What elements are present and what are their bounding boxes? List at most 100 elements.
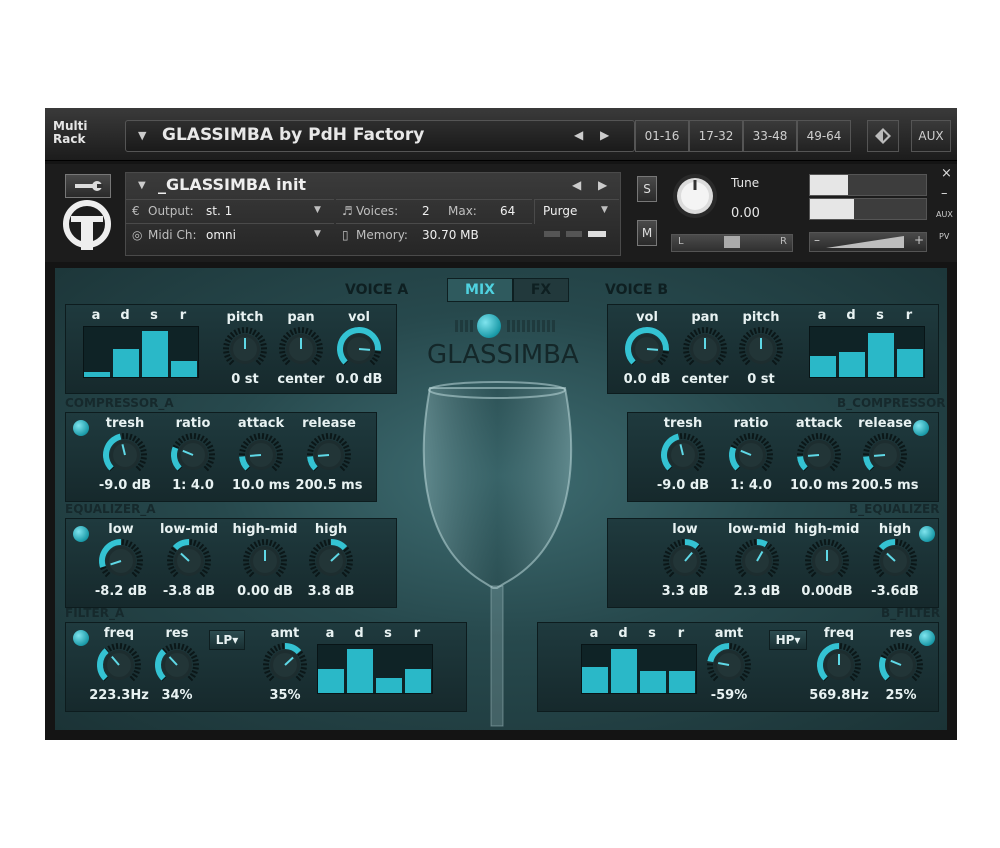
volume-minus[interactable]: – xyxy=(814,233,820,247)
compressor-a-ratio-value: 1: 4.0 xyxy=(172,478,214,493)
voice-b-vol-knob[interactable] xyxy=(624,326,670,372)
envelope-bar[interactable] xyxy=(405,669,431,693)
envelope-bar[interactable] xyxy=(868,333,894,377)
envelope-bar[interactable] xyxy=(347,649,373,693)
voice-a-pan-knob[interactable] xyxy=(278,326,324,372)
compressor-a-attack-knob[interactable] xyxy=(238,432,284,478)
aux-button[interactable]: AUX xyxy=(911,120,951,152)
prev-multi-icon[interactable]: ◀ xyxy=(574,128,583,142)
instrument-logo-icon xyxy=(63,200,111,250)
filter-b-freq-knob[interactable] xyxy=(816,642,862,688)
pv-toggle[interactable]: PV xyxy=(939,232,949,241)
equalizer-a-low-knob[interactable] xyxy=(98,538,144,584)
envelope-bar[interactable] xyxy=(84,372,110,377)
voices-label: Voices: xyxy=(356,204,399,218)
compressor-b-tresh-knob[interactable] xyxy=(660,432,706,478)
compressor-a-tresh-knob[interactable] xyxy=(102,432,148,478)
tab-33-48[interactable]: 33-48 xyxy=(743,120,797,152)
compressor-b-ratio-knob[interactable] xyxy=(728,432,774,478)
envelope-bar[interactable] xyxy=(376,678,402,693)
next-instrument-icon[interactable]: ▶ xyxy=(598,178,607,192)
volume-slider[interactable]: – + xyxy=(809,232,927,252)
memory-field: ▯ Memory: 30.70 MB xyxy=(336,223,532,248)
close-icon[interactable]: × xyxy=(941,166,952,181)
equalizer-b-high-mid-knob[interactable] xyxy=(804,538,850,584)
minimize-icon[interactable]: – xyxy=(941,186,948,201)
filter-b-amt-knob[interactable] xyxy=(706,642,752,688)
envelope-bar[interactable] xyxy=(810,356,836,377)
filter-b-res-knob[interactable] xyxy=(878,642,924,688)
midi-channel-selector[interactable]: ◎ Midi Ch: omni ▼ xyxy=(126,223,334,248)
voice-b-pitch-knob[interactable] xyxy=(738,326,784,372)
output-selector[interactable]: € Output: st. 1 ▼ xyxy=(126,199,334,224)
aux-toggle[interactable]: AUX xyxy=(936,210,953,219)
compressor-b-release-knob[interactable] xyxy=(862,432,908,478)
envelope-bar[interactable] xyxy=(839,352,865,377)
voice-b-pan-knob[interactable] xyxy=(682,326,728,372)
voice-a-envelope[interactable] xyxy=(83,326,199,378)
envelope-bar[interactable] xyxy=(640,671,666,693)
filter-a-freq-knob[interactable] xyxy=(96,642,142,688)
voice-a-vol-knob[interactable] xyxy=(336,326,382,372)
volume-plus[interactable]: + xyxy=(914,233,924,247)
purge-menu[interactable]: Purge ▼ xyxy=(534,199,619,224)
tab-fx[interactable]: FX xyxy=(513,278,569,302)
equalizer-b-high-knob[interactable] xyxy=(872,538,918,584)
equalizer-b-title: B_EQUALIZER xyxy=(849,502,940,516)
compressor-a-release-knob[interactable] xyxy=(306,432,352,478)
filter-b-envelope[interactable] xyxy=(581,644,697,694)
pan-handle[interactable] xyxy=(724,236,740,248)
mute-button[interactable]: M xyxy=(637,220,657,246)
wrench-button[interactable] xyxy=(65,174,111,198)
envelope-bar[interactable] xyxy=(611,649,637,693)
kontakt-logo-button[interactable] xyxy=(867,120,899,152)
envelope-bar[interactable] xyxy=(113,349,139,377)
solo-button[interactable]: S xyxy=(637,176,657,202)
filter-a-envelope[interactable] xyxy=(317,644,433,694)
envelope-bar[interactable] xyxy=(142,331,168,377)
envelope-bar[interactable] xyxy=(171,361,197,377)
envelope-bar[interactable] xyxy=(582,667,608,693)
instrument-dropdown-icon[interactable]: ▼ xyxy=(138,180,146,191)
envelope-bar[interactable] xyxy=(318,669,344,693)
equalizer-a-high-knob[interactable] xyxy=(308,538,354,584)
filter-a-amt-knob[interactable] xyxy=(262,642,308,688)
equalizer-a-high-mid-knob[interactable] xyxy=(242,538,288,584)
tune-knob[interactable] xyxy=(671,172,719,220)
tab-01-16[interactable]: 01-16 xyxy=(635,120,689,152)
voice-a-pitch-knob[interactable] xyxy=(222,326,268,372)
compressor-b-attack-knob[interactable] xyxy=(796,432,842,478)
compressor-a-attack-value: 10.0 ms xyxy=(232,478,290,493)
max-voices-value: 64 xyxy=(500,204,516,218)
multi-name-field[interactable]: ▼ GLASSIMBA by PdH Factory ◀ ▶ xyxy=(125,120,635,152)
equalizer-a-enable-led[interactable] xyxy=(73,526,89,542)
envelope-bar[interactable] xyxy=(897,349,923,377)
prev-instrument-icon[interactable]: ◀ xyxy=(572,178,581,192)
tab-label: 01-16 xyxy=(644,129,680,143)
next-multi-icon[interactable]: ▶ xyxy=(600,128,609,142)
voice-a-vol-value: 0.0 dB xyxy=(335,372,383,387)
level-meter-left xyxy=(809,174,927,196)
voice-b-envelope[interactable] xyxy=(809,326,925,378)
level-meter-right-fill xyxy=(810,199,854,219)
compressor-b-ratio-label: ratio xyxy=(733,416,769,431)
equalizer-b-low-knob[interactable] xyxy=(662,538,708,584)
compressor-b-enable-led[interactable] xyxy=(913,420,929,436)
equalizer-b-low-mid-knob[interactable] xyxy=(734,538,780,584)
equalizer-a-low-mid-knob[interactable] xyxy=(166,538,212,584)
compressor-a-ratio-knob[interactable] xyxy=(170,432,216,478)
output-icon: € xyxy=(132,204,140,218)
tab-17-32[interactable]: 17-32 xyxy=(689,120,743,152)
multi-dropdown-icon[interactable]: ▼ xyxy=(138,129,146,142)
tab-49-64[interactable]: 49-64 xyxy=(797,120,851,152)
filter-a-res-knob[interactable] xyxy=(154,642,200,688)
filter-a-enable-led[interactable] xyxy=(73,630,89,646)
filter-b-enable-led[interactable] xyxy=(919,630,935,646)
equalizer-b-enable-led[interactable] xyxy=(919,526,935,542)
tab-mix[interactable]: MIX xyxy=(447,278,513,302)
pan-slider[interactable]: L R xyxy=(671,234,793,252)
voices-field[interactable]: ♬ Voices: 2 Max: 64 xyxy=(336,199,532,224)
compressor-a-enable-led[interactable] xyxy=(73,420,89,436)
filter-b-type-dropdown[interactable]: HP▾ xyxy=(769,630,807,650)
filter-a-type-dropdown[interactable]: LP▾ xyxy=(209,630,245,650)
